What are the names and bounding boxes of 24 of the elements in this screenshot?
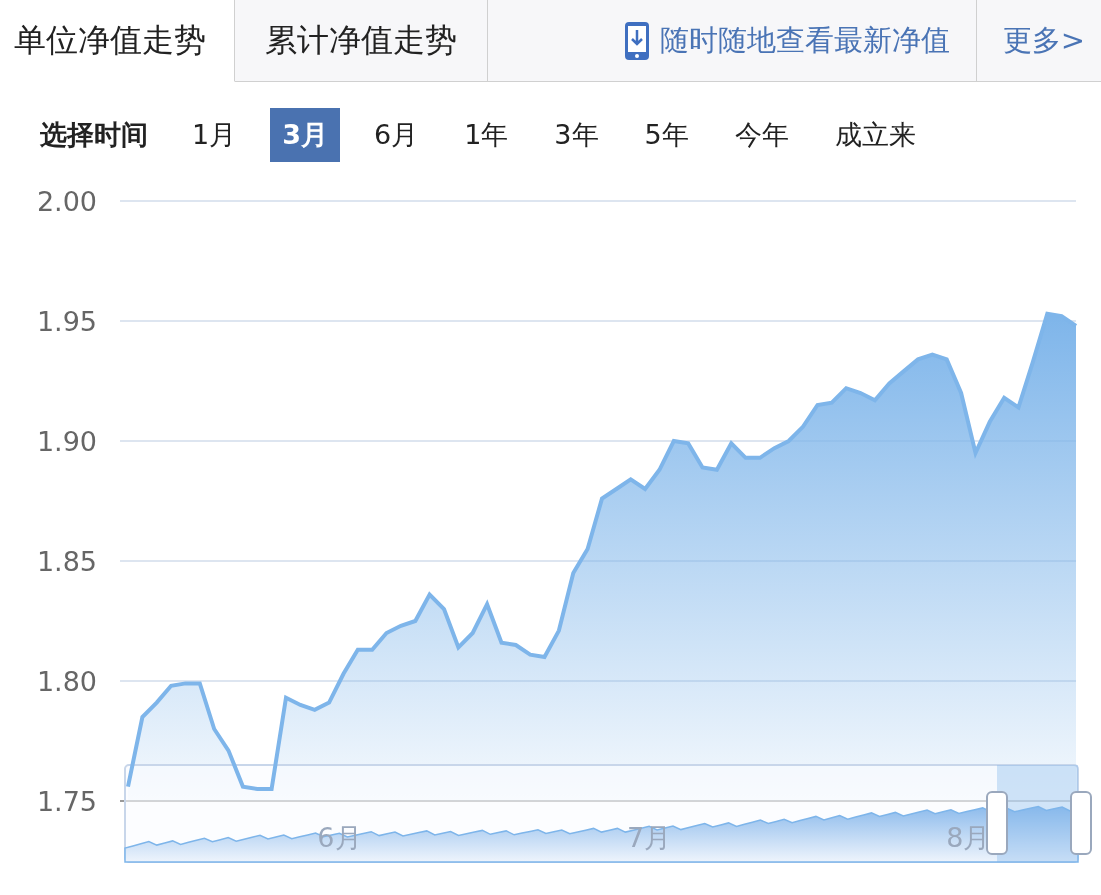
time-range-button[interactable]: 今年 (722, 108, 801, 162)
y-axis-label: 1.75 (36, 786, 97, 817)
phone-download-icon (623, 20, 650, 61)
time-range-button[interactable]: 5年 (632, 108, 701, 162)
y-axis-label: 1.80 (36, 666, 97, 697)
time-range-button[interactable]: 3年 (542, 108, 611, 162)
axis-label: 8月 (946, 822, 991, 853)
y-axis-label: 1.90 (36, 426, 97, 457)
y-axis-label: 1.85 (36, 546, 97, 577)
range-handle[interactable] (986, 791, 1008, 855)
time-range-button[interactable]: 3月 (270, 108, 340, 162)
y-axis-label: 1.95 (36, 306, 97, 337)
time-filter-label: 选择时间 (40, 118, 148, 152)
app-link[interactable]: 随时随地查看最新净值 (623, 0, 976, 81)
axis-label: 7月 (627, 822, 672, 853)
time-range-button[interactable]: 1年 (452, 108, 521, 162)
chart-tab[interactable]: 累计净值走势 (235, 0, 488, 82)
range-handle[interactable] (1070, 791, 1092, 855)
more-link[interactable]: 更多> (975, 0, 1101, 81)
y-axis-label: 2.00 (36, 186, 97, 217)
time-range-button[interactable]: 成立来 (822, 108, 928, 162)
time-range-button[interactable]: 6月 (362, 108, 431, 162)
time-range-button[interactable]: 1月 (180, 108, 249, 162)
range-navigator[interactable] (124, 764, 1079, 863)
